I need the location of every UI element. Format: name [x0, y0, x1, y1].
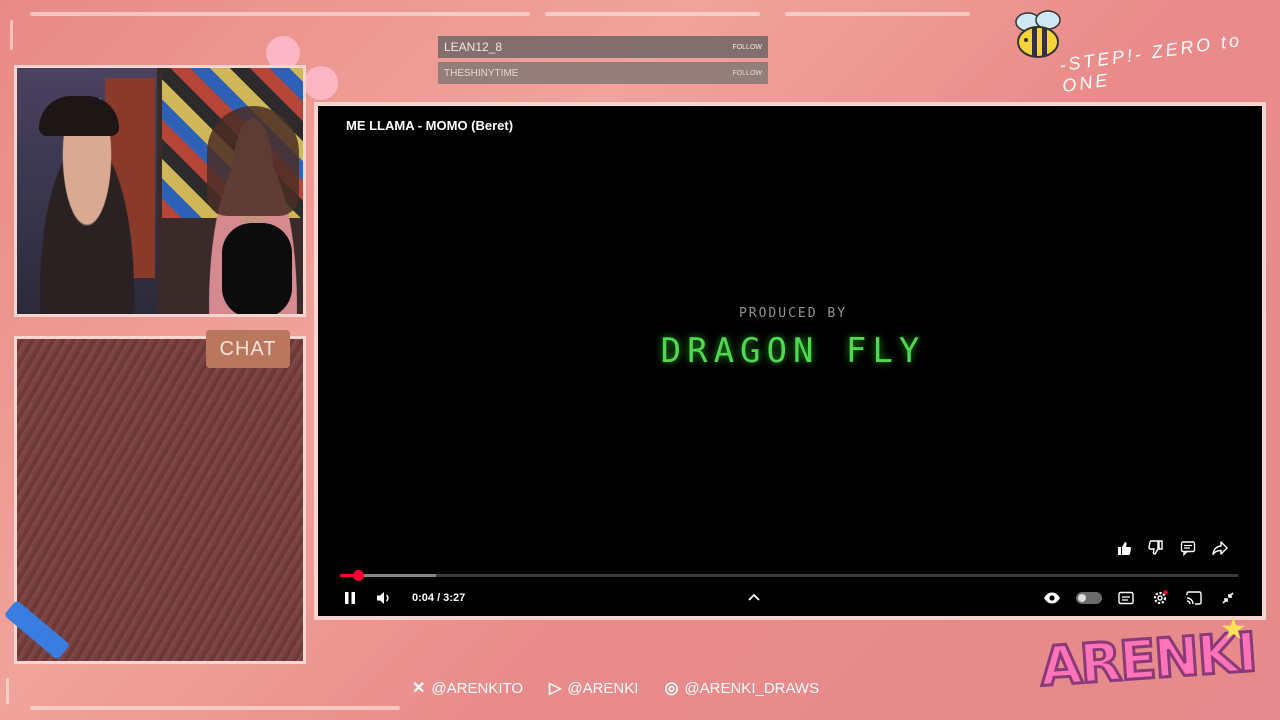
social-links: ✕ @ARENKITO ▷ @ARENKI ◎ @ARENKI_DRAWS	[412, 678, 819, 698]
decor-line-bottom	[30, 706, 400, 710]
eye-icon[interactable]	[1042, 588, 1062, 608]
social-handle: @ARENKI_DRAWS	[684, 679, 820, 697]
instagram-icon: ◎	[664, 680, 679, 697]
social-handle: @ARENKITO	[431, 679, 524, 697]
chat-label: CHAT	[206, 330, 290, 368]
motto-text: -STEP!- ZERO to ONE	[1058, 29, 1244, 97]
chevron-up-icon[interactable]	[744, 588, 764, 608]
thumbs-up-icon[interactable]	[1114, 538, 1134, 558]
decor-vline-left-bottom	[6, 678, 9, 704]
decor-line-top-left	[30, 12, 530, 16]
follow-row: LEAN12_8 FOLLOW	[438, 36, 768, 58]
recent-follows: LEAN12_8 FOLLOW THESHINYTIME FOLLOW	[438, 36, 768, 88]
video-player[interactable]: ME LLAMA - MOMO (Beret) PRODUCED BY DRAG…	[314, 102, 1266, 620]
social-x: ✕ @ARENKITO	[412, 678, 523, 698]
video-overlay-sub: PRODUCED BY	[738, 306, 848, 321]
x-icon: ✕	[412, 680, 426, 697]
progress-bar[interactable]	[340, 570, 1238, 581]
video-overlay-main: DRAGON FLY	[660, 331, 926, 371]
video-actions	[1114, 538, 1230, 558]
time-display: 0:04 / 3:27	[412, 592, 466, 604]
video-frame-content: PRODUCED BY DRAGON FLY	[648, 306, 938, 371]
social-instagram: ◎ @ARENKI_DRAWS	[664, 678, 819, 698]
follow-row: THESHINYTIME FOLLOW	[438, 62, 768, 84]
youtube-icon: ▷	[549, 680, 562, 697]
decor-bubble	[304, 66, 338, 100]
video-title[interactable]: ME LLAMA - MOMO (Beret)	[346, 118, 513, 133]
webcam-feed	[14, 65, 306, 317]
share-icon[interactable]	[1210, 538, 1230, 558]
pause-icon[interactable]	[340, 588, 360, 608]
cast-icon[interactable]	[1184, 588, 1204, 608]
follow-tag: FOLLOW	[732, 43, 762, 51]
decor-line-top-mid	[545, 12, 760, 16]
decor-vline-left	[10, 20, 13, 50]
decor-line-top-right	[785, 12, 970, 16]
volume-icon[interactable]	[374, 588, 394, 608]
captions-icon[interactable]	[1116, 588, 1136, 608]
thumbs-down-icon[interactable]	[1146, 538, 1166, 558]
follow-tag: FOLLOW	[732, 69, 762, 77]
social-youtube: ▷ @ARENKI	[549, 678, 638, 698]
exit-fullscreen-icon[interactable]	[1218, 588, 1238, 608]
social-handle: @ARENKI	[567, 679, 639, 697]
progress-scrubber[interactable]	[352, 570, 364, 581]
follower-name: LEAN12_8	[444, 40, 503, 54]
chat-panel	[14, 336, 306, 664]
follower-name: THESHINYTIME	[444, 67, 519, 79]
autoplay-toggle[interactable]	[1076, 592, 1103, 604]
player-controls: 0:04 / 3:27	[340, 586, 1238, 610]
star-icon: ★	[1220, 613, 1247, 646]
microphone	[222, 223, 292, 314]
comment-icon[interactable]	[1178, 538, 1198, 558]
settings-icon[interactable]	[1150, 588, 1170, 608]
